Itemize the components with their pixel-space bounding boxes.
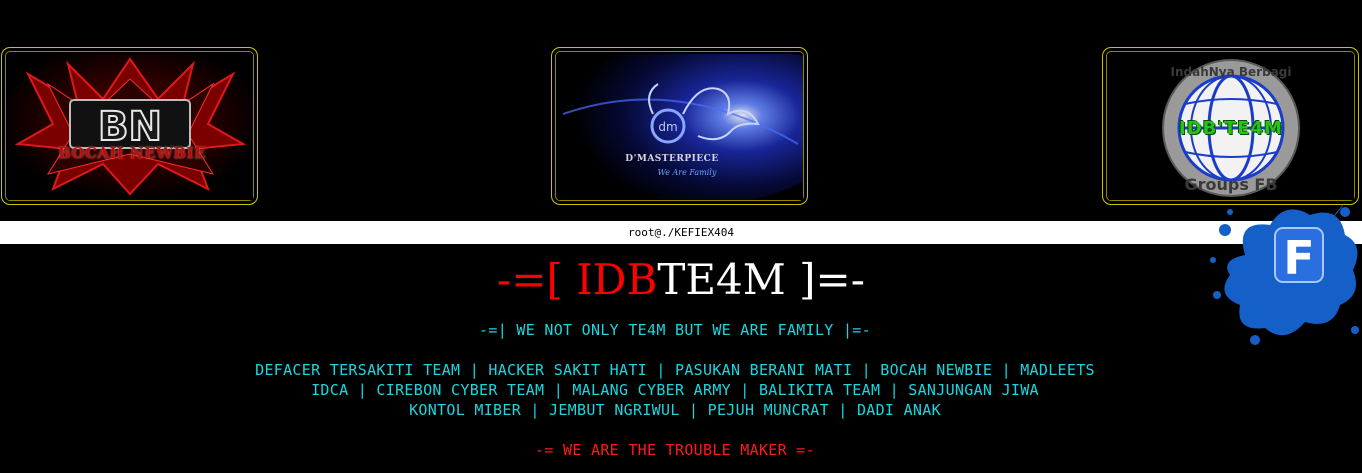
groups-line: DEFACER TERSAKITI TEAM | HACKER SAKIT HA… [255,361,1095,379]
title-white-part: TE4M [657,255,786,304]
dm-initials: dm [658,120,677,134]
title-suffix: ]=- [785,255,865,304]
groups-line: KONTOL MIBER | JEMBUT NGRIWUL | PEJUH MU… [409,401,941,419]
badge-letter: F [1283,231,1314,285]
logo-dmasterpiece: dm D'MASTERPIECE We Are Family [551,47,808,205]
team-title: -=[ IDBTE4M ]=- [0,256,1362,304]
title-prefix: -=[ [497,255,577,304]
trouble-maker-text: -= WE ARE THE TROUBLE MAKER =- [535,441,815,459]
logo-left-label: BOCAH NEWBIE [57,144,207,162]
bn-emblem-icon: BN [8,54,253,200]
logo-middle-label: D'MASTERPIECE [625,154,719,164]
logo-bocah-newbie: BN BOCAH NEWBIE [1,47,258,205]
logo-right-label: IDB'TE4M [1179,118,1283,139]
logo-idbteam: IndahNya Berbagi Groups FB IDB'TE4M [1102,47,1359,205]
motto-text: -=| WE NOT ONLY TE4M BUT WE ARE FAMILY |… [479,321,871,339]
groups-line: IDCA | CIREBON CYBER TEAM | MALANG CYBER… [311,381,1039,399]
facebook-splash-icon: F [1210,202,1359,345]
dragon-icon: dm [558,54,803,200]
logo-middle-tagline: We Are Family [657,168,717,177]
title-red-part: IDB [576,255,658,304]
prompt-bar: root@./KEFIEX404 [0,221,1362,244]
globe-arc-top: IndahNya Berbagi [1171,65,1292,79]
globe-arc-bottom: Groups FB [1184,175,1277,194]
prompt-text: root@./KEFIEX404 [628,226,734,239]
